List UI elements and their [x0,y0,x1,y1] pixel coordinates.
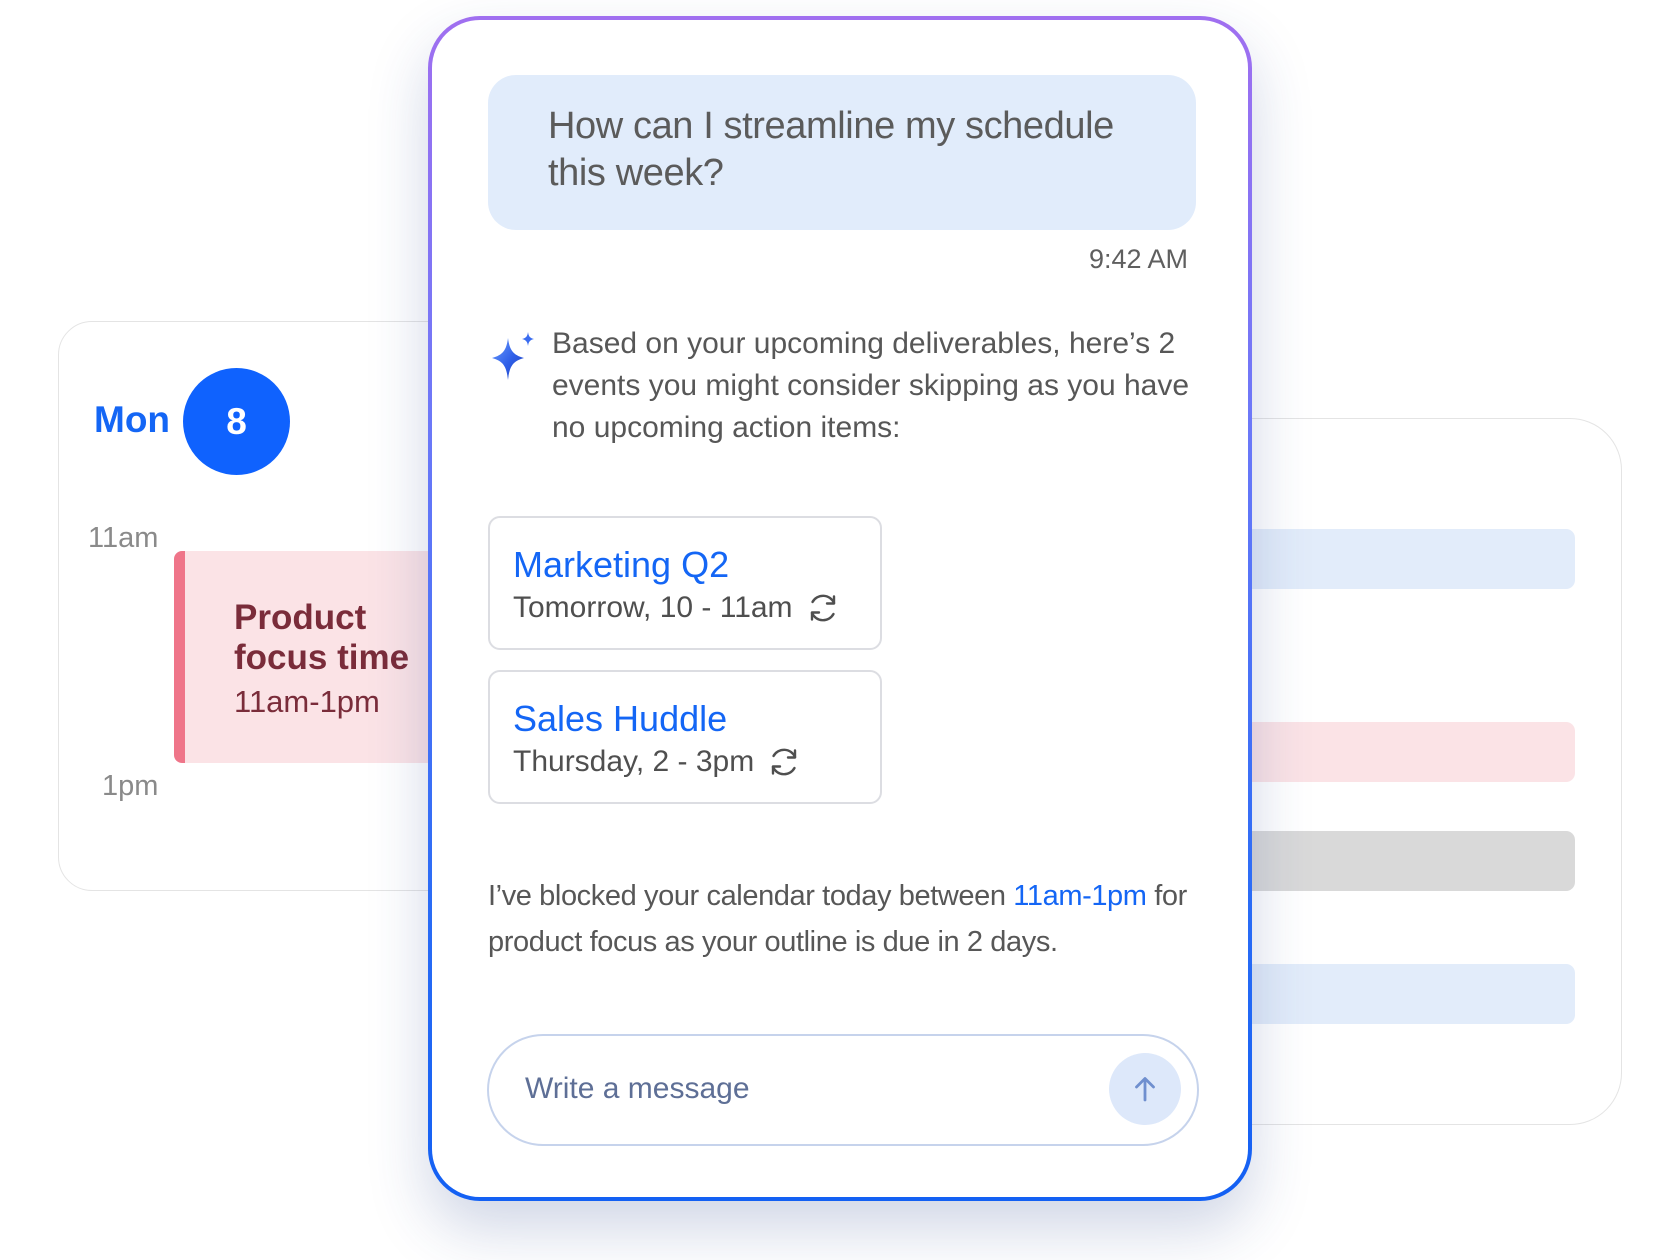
blocked-text-prefix: I’ve blocked your calendar today between [488,880,1014,912]
day-number-badge[interactable]: 8 [183,368,290,475]
sparkle-icon [492,332,534,380]
user-message-bubble: How can I streamline my schedule this we… [488,75,1196,230]
event-card-when: Tomorrow, 10 - 11am [513,591,793,624]
event-card-marketing[interactable]: Marketing Q2 Tomorrow, 10 - 11am [488,516,882,650]
recurring-icon [810,594,835,622]
focus-event-title: Product focus time [234,598,410,677]
blocked-time-highlight[interactable]: 11am-1pm [1013,880,1147,912]
message-input[interactable] [523,1060,1087,1118]
message-timestamp: 9:42 AM [1088,244,1188,274]
event-card-title: Marketing Q2 [513,544,730,585]
time-label-end: 1pm [102,770,159,802]
event-card-time: Tomorrow, 10 - 11am [513,590,841,626]
focus-event-time: 11am-1pm [234,684,380,719]
event-card-when: Thursday, 2 - 3pm [513,745,755,778]
event-card-time: Thursday, 2 - 3pm [513,744,802,780]
assistant-message: Based on your upcoming deliverables, her… [552,327,1190,444]
message-composer [487,1034,1199,1146]
recurring-icon [772,748,797,776]
send-button[interactable] [1109,1053,1181,1125]
event-card-title: Sales Huddle [513,698,728,739]
chat-panel-body: How can I streamline my schedule this we… [432,20,1248,1197]
arrow-up-icon [1135,1077,1155,1102]
event-card-sales[interactable]: Sales Huddle Thursday, 2 - 3pm [488,670,882,804]
assistant-chat-panel: How can I streamline my schedule this we… [428,16,1252,1201]
blocked-calendar-message: I’ve blocked your calendar today between… [488,873,1208,965]
day-name-label: Mon [94,399,171,440]
time-label-start: 11am [88,522,159,554]
